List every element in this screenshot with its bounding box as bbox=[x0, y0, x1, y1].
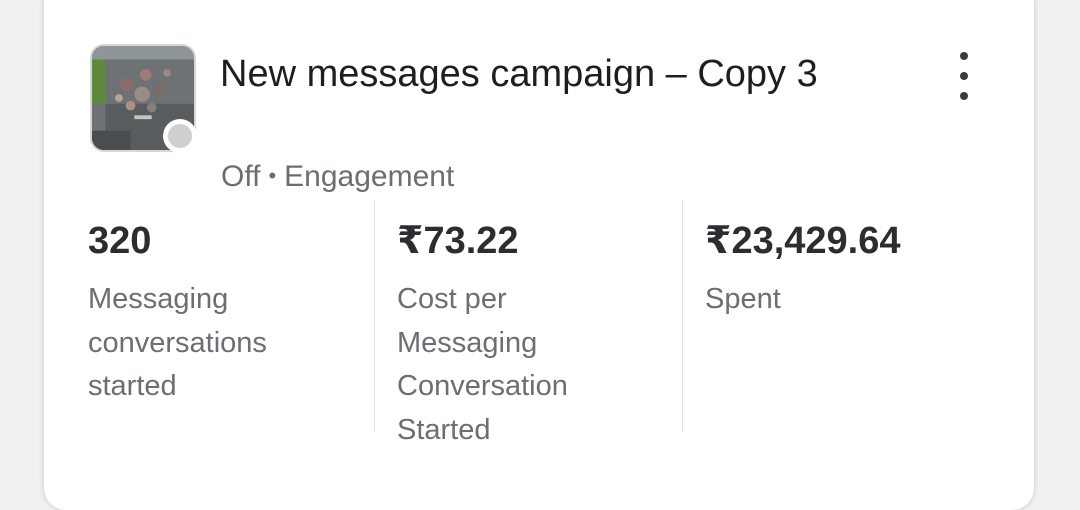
more-options-button[interactable] bbox=[944, 50, 984, 102]
metric-spent: ₹23,429.64 Spent bbox=[705, 218, 995, 322]
metric-value: 320 bbox=[88, 220, 152, 262]
metric-divider bbox=[374, 200, 375, 432]
metric-value: ₹73.22 bbox=[397, 220, 519, 262]
metric-messaging-conversations: 320 Messaging conversations started bbox=[88, 218, 378, 409]
campaign-status: Off bbox=[221, 160, 261, 193]
more-vertical-icon bbox=[960, 52, 968, 60]
metric-cost-per-conversation: ₹73.22 Cost per Messaging Conversation S… bbox=[397, 218, 687, 452]
campaign-meta: Off • Engagement bbox=[221, 156, 454, 197]
campaign-card[interactable]: New messages campaign – Copy 3 Off • Engag… bbox=[44, 0, 1034, 510]
metric-label: Messaging conversations started bbox=[88, 283, 267, 402]
status-indicator bbox=[163, 119, 197, 153]
metric-label: Cost per Messaging Conversation Started bbox=[397, 283, 568, 446]
meta-separator: • bbox=[268, 163, 277, 188]
metric-value: ₹23,429.64 bbox=[705, 220, 901, 262]
campaign-objective: Engagement bbox=[284, 160, 455, 193]
metrics-row: 320 Messaging conversations started ₹73.… bbox=[88, 200, 1018, 452]
campaign-title[interactable]: New messages campaign – Copy 3 bbox=[220, 46, 840, 102]
metric-label: Spent bbox=[705, 283, 781, 315]
metric-divider bbox=[682, 200, 683, 432]
